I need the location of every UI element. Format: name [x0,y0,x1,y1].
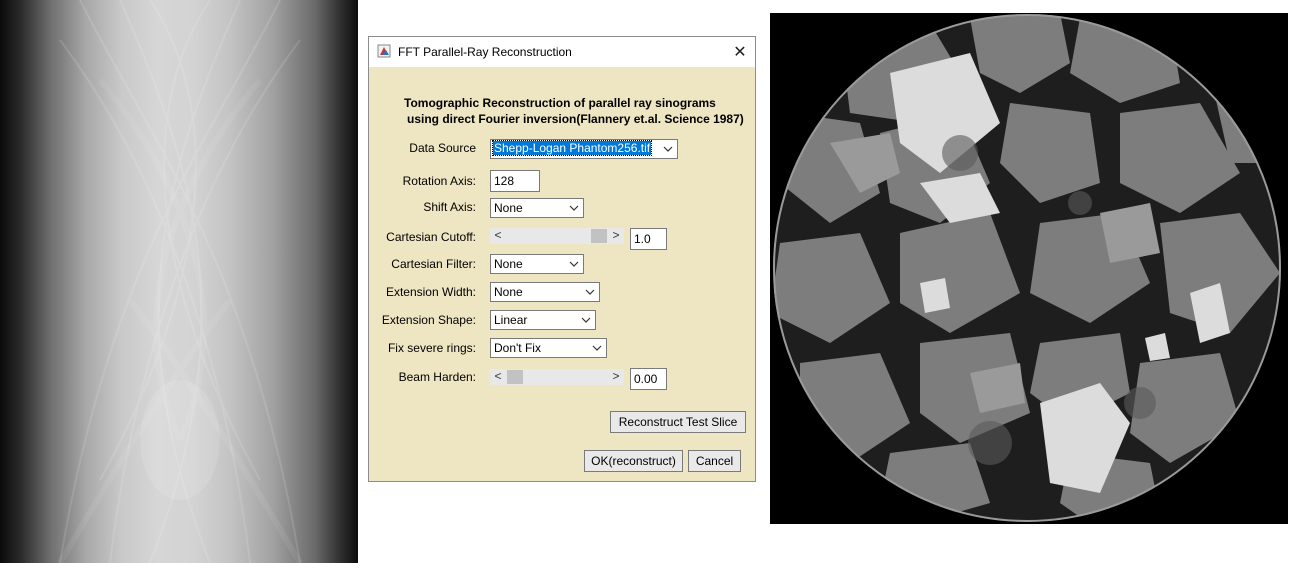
fix-severe-rings-dropdown[interactable]: Don't Fix [490,338,607,358]
cartesian-cutoff-input[interactable]: 1.0 [630,228,667,250]
extension-shape-label: Extension Shape: [381,313,476,327]
extension-width-value: None [494,285,523,299]
rotation-axis-label: Rotation Axis: [402,174,476,188]
beam-harden-label: Beam Harden: [398,370,476,384]
chevron-down-icon [663,146,673,152]
shift-axis-label: Shift Axis: [423,200,476,214]
chevron-down-icon [585,289,595,295]
rotation-axis-input[interactable]: 128 [490,170,540,192]
beam-harden-thumb[interactable] [507,370,523,384]
beam-harden-input[interactable]: 0.00 [630,368,667,390]
scroll-left-icon[interactable]: < [490,369,506,385]
data-source-value: Shepp-Logan Phantom256.tif [491,140,653,156]
chevron-down-icon [581,317,591,323]
reconstructed-slice-image [770,13,1288,524]
dialog-titlebar[interactable]: FFT Parallel-Ray Reconstruction ✕ [369,37,755,67]
cartesian-cutoff-thumb[interactable] [591,229,607,243]
description-line-1: Tomographic Reconstruction of parallel r… [404,96,716,110]
chevron-down-icon [569,205,579,211]
extension-width-label: Extension Width: [385,285,476,299]
chevron-down-icon [569,261,579,267]
shift-axis-dropdown[interactable]: None [490,198,584,218]
extension-shape-dropdown[interactable]: Linear [490,310,596,330]
shift-axis-value: None [494,201,523,215]
reconstruct-test-slice-button[interactable]: Reconstruct Test Slice [610,411,746,433]
extension-shape-value: Linear [494,313,528,327]
description-line-2: using direct Fourier inversion(Flannery … [407,112,744,126]
cartesian-filter-dropdown[interactable]: None [490,254,584,274]
cartesian-filter-label: Cartesian Filter: [391,257,476,271]
scroll-right-icon[interactable]: > [608,369,624,385]
fix-severe-rings-label: Fix severe rings: [387,341,476,355]
extension-width-dropdown[interactable]: None [490,282,600,302]
cartesian-cutoff-label: Cartesian Cutoff: [386,230,476,244]
close-icon[interactable]: ✕ [725,37,755,67]
cartesian-cutoff-slider[interactable]: < > [490,228,624,244]
data-source-label: Data Source [409,141,476,155]
cancel-button[interactable]: Cancel [688,450,741,472]
scroll-left-icon[interactable]: < [490,228,506,244]
scroll-right-icon[interactable]: > [608,228,624,244]
java-app-icon [377,44,391,58]
reconstruction-dialog: FFT Parallel-Ray Reconstruction ✕ Tomogr… [368,36,756,482]
data-source-dropdown[interactable]: Shepp-Logan Phantom256.tif [490,139,678,159]
dialog-title: FFT Parallel-Ray Reconstruction [398,45,572,59]
cartesian-filter-value: None [494,257,523,271]
sinogram-image [0,0,358,563]
ok-reconstruct-button[interactable]: OK(reconstruct) [584,450,683,472]
fix-severe-rings-value: Don't Fix [494,341,541,355]
beam-harden-slider[interactable]: < > [490,369,624,385]
chevron-down-icon [592,345,602,351]
